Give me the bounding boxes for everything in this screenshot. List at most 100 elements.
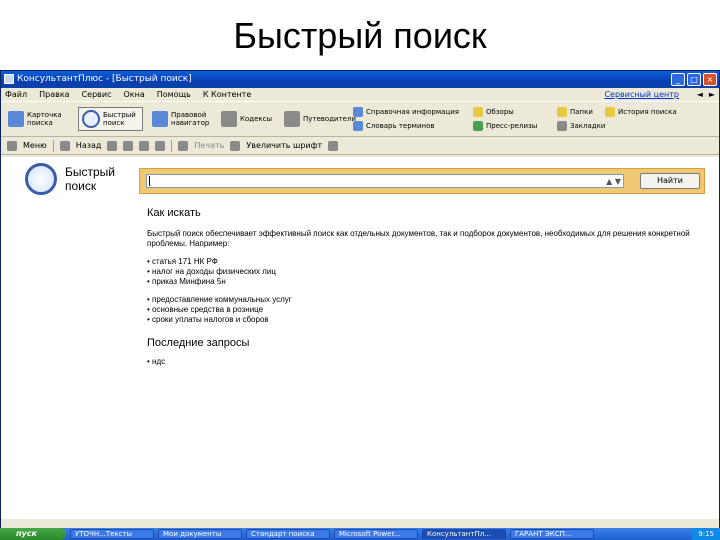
slide-title: Быстрый поиск bbox=[233, 15, 487, 56]
recent-queries-list: ндс bbox=[147, 357, 707, 367]
taskbar-item[interactable]: ГАРАНТ ЭКСП... bbox=[510, 529, 594, 539]
history-icon bbox=[605, 107, 615, 117]
navigator-icon bbox=[152, 111, 168, 127]
example-item[interactable]: статья 171 НК РФ bbox=[147, 257, 707, 267]
toolbar-separator bbox=[171, 139, 173, 152]
search-band: ▲ ▼ Найти bbox=[139, 168, 705, 194]
folders-button[interactable]: Папки bbox=[557, 105, 605, 119]
main-content: Быстрый поиск ▲ ▼ Найти Как искать Быстр… bbox=[1, 157, 719, 519]
taskbar-item[interactable]: Мои документы bbox=[158, 529, 242, 539]
history-button[interactable]: История поиска bbox=[605, 105, 677, 119]
minimize-button[interactable]: _ bbox=[671, 73, 685, 86]
reference-icon bbox=[353, 107, 363, 117]
menu-item-contents[interactable]: К Контенте bbox=[203, 88, 251, 101]
start-button[interactable]: пуск bbox=[0, 528, 66, 540]
navigator-button[interactable]: Правовой навигатор bbox=[149, 109, 212, 129]
example-item[interactable]: основные средства в рознице bbox=[147, 305, 707, 315]
help-icon[interactable] bbox=[328, 140, 339, 151]
menu-button[interactable]: Меню bbox=[23, 141, 47, 150]
quick-search-title: Быстрый поиск bbox=[65, 165, 115, 193]
help-paragraph: Быстрый поиск обеспечивает эффективный п… bbox=[147, 229, 690, 248]
example-item[interactable]: приказ Минфина 5н bbox=[147, 277, 707, 287]
window-title: КонсультантПлюс - [Быстрый поиск] bbox=[17, 74, 192, 84]
quick-search-label: Быстрый поиск bbox=[103, 111, 136, 127]
input-dropdown-icon[interactable]: ▲ ▼ bbox=[606, 176, 621, 188]
dictionary-button[interactable]: Словарь терминов bbox=[353, 119, 459, 133]
example-item[interactable]: предоставление коммунальных услуг bbox=[147, 295, 707, 305]
card-search-icon bbox=[8, 111, 24, 127]
menu-item-file[interactable]: Файл bbox=[5, 88, 27, 101]
taskbar-item[interactable]: Стандарт поиска bbox=[246, 529, 330, 539]
system-tray-clock: 9:15 bbox=[692, 528, 720, 540]
menu-item-service[interactable]: Сервис bbox=[82, 88, 112, 101]
toolbar-group-reviews: Обзоры Пресс-релизы bbox=[473, 105, 537, 133]
copy-icon[interactable] bbox=[107, 140, 118, 151]
back-icon bbox=[59, 140, 70, 151]
examples-list-2: предоставление коммунальных услуг основн… bbox=[147, 295, 707, 325]
bookmarks-button[interactable]: Закладки bbox=[557, 119, 605, 133]
codex-button[interactable]: Кодексы bbox=[218, 109, 275, 129]
export-icon[interactable] bbox=[139, 140, 150, 151]
maximize-button[interactable]: □ bbox=[687, 73, 701, 86]
quick-search-icon bbox=[82, 110, 100, 128]
window-titlebar[interactable]: КонсультантПлюс - [Быстрый поиск] _ □ × bbox=[1, 71, 719, 88]
card-search-button[interactable]: Карточка поиска bbox=[5, 109, 72, 129]
reviews-label: Обзоры bbox=[486, 108, 514, 116]
save-icon[interactable] bbox=[123, 140, 134, 151]
help-text: Как искать Быстрый поиск обеспечивает эф… bbox=[147, 207, 707, 375]
text-caret bbox=[149, 175, 150, 186]
press-button[interactable]: Пресс-релизы bbox=[473, 119, 537, 133]
example-item[interactable]: налог на доходы физических лиц bbox=[147, 267, 707, 277]
menu-icon bbox=[7, 140, 17, 151]
menu-item-edit[interactable]: Правка bbox=[39, 88, 69, 101]
back-button[interactable]: Назад bbox=[76, 141, 102, 150]
bookmarks-label: Закладки bbox=[570, 122, 606, 130]
main-toolbar: Карточка поиска Быстрый поиск Правовой н… bbox=[1, 101, 719, 137]
print-button[interactable]: Печать bbox=[194, 141, 224, 150]
examples-list-1: статья 171 НК РФ налог на доходы физичес… bbox=[147, 257, 707, 287]
recent-query-item[interactable]: ндс bbox=[147, 357, 707, 367]
reviews-icon bbox=[473, 107, 483, 117]
forward-arrow-icon[interactable]: ► bbox=[709, 88, 715, 101]
history-label: История поиска bbox=[618, 108, 677, 116]
taskbar-item-active[interactable]: КонсультантПл... bbox=[422, 529, 506, 539]
taskbar-item[interactable]: УТОЧН...Тексты bbox=[70, 529, 154, 539]
reference-info-button[interactable]: Справочная информация bbox=[353, 105, 459, 119]
dictionary-label: Словарь терминов bbox=[366, 122, 435, 130]
secondary-toolbar: Меню Назад Печать Увеличить шрифт bbox=[1, 137, 719, 155]
print-icon bbox=[178, 140, 189, 151]
reference-info-label: Справочная информация bbox=[366, 108, 459, 116]
example-item[interactable]: сроки уплаты налогов и сборов bbox=[147, 315, 707, 325]
consultant-window: КонсультантПлюс - [Быстрый поиск] _ □ × … bbox=[0, 70, 720, 540]
press-label: Пресс-релизы bbox=[486, 122, 538, 130]
word-icon[interactable] bbox=[155, 140, 166, 151]
guide-button[interactable]: Путеводители bbox=[281, 109, 359, 129]
close-button[interactable]: × bbox=[703, 73, 717, 86]
menubar: Файл Правка Сервис Окна Помощь К Контент… bbox=[1, 88, 719, 101]
search-input[interactable]: ▲ ▼ bbox=[146, 174, 624, 188]
navigator-label: Правовой навигатор bbox=[171, 111, 210, 127]
codex-label: Кодексы bbox=[240, 115, 273, 123]
reviews-button[interactable]: Обзоры bbox=[473, 105, 537, 119]
quick-search-title-line1: Быстрый bbox=[65, 165, 115, 179]
menu-item-windows[interactable]: Окна bbox=[123, 88, 144, 101]
toolbar-group-history: История поиска bbox=[605, 105, 677, 119]
folder-icon bbox=[557, 107, 567, 117]
zoom-icon bbox=[230, 140, 241, 151]
taskbar: пуск УТОЧН...Тексты Мои документы Станда… bbox=[0, 528, 720, 540]
service-center-link[interactable]: Сервисный центр bbox=[604, 88, 679, 101]
card-search-label: Карточка поиска bbox=[27, 111, 62, 127]
bookmark-icon bbox=[557, 121, 567, 131]
find-button[interactable]: Найти bbox=[640, 173, 700, 189]
toolbar-group-reference: Справочная информация Словарь терминов bbox=[353, 105, 459, 133]
back-arrow-icon[interactable]: ◄ bbox=[697, 88, 703, 101]
menu-item-help[interactable]: Помощь bbox=[157, 88, 191, 101]
guide-label: Путеводители bbox=[303, 115, 357, 123]
quick-search-title-line2: поиск bbox=[65, 179, 97, 193]
taskbar-item[interactable]: Microsoft Power... bbox=[334, 529, 418, 539]
quick-search-button[interactable]: Быстрый поиск bbox=[78, 107, 143, 131]
toolbar-separator bbox=[52, 139, 54, 152]
zoom-button[interactable]: Увеличить шрифт bbox=[246, 141, 322, 150]
quick-search-header: Быстрый поиск bbox=[25, 163, 115, 195]
how-to-search-heading: Как искать bbox=[147, 207, 201, 219]
